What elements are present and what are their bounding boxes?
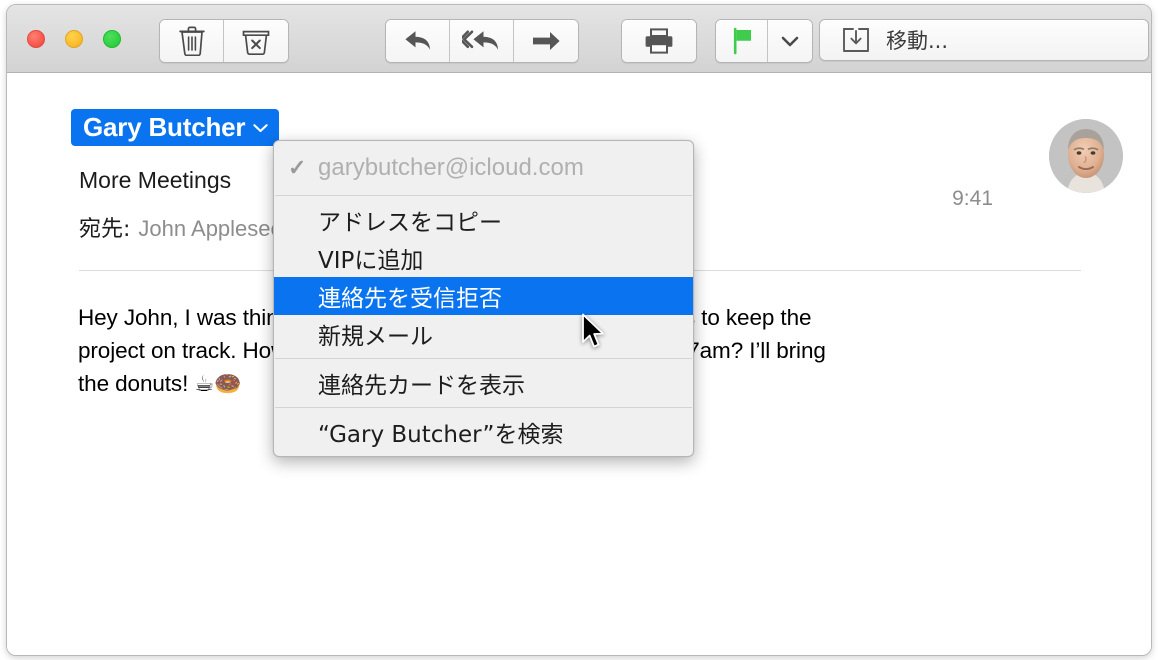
message-timestamp: 9:41: [952, 187, 993, 210]
menu-item-email-address[interactable]: ✓ garybutcher@icloud.com: [274, 146, 693, 190]
avatar: [1049, 119, 1123, 193]
menu-item-label: 連絡先カードを表示: [318, 373, 525, 399]
delete-button[interactable]: [160, 20, 224, 62]
menu-item-new-email[interactable]: 新規メール: [274, 315, 693, 353]
message-subject: More Meetings: [79, 167, 232, 193]
forward-arrow-icon: [533, 32, 560, 50]
menu-item-label: VIPに追加: [318, 248, 424, 274]
move-to-button[interactable]: 移動...: [819, 19, 1149, 61]
sender-context-menu: ✓ garybutcher@icloud.com アドレスをコピー VIPに追加…: [273, 140, 694, 457]
minimize-window-button[interactable]: [65, 30, 83, 48]
chevron-down-icon: [781, 36, 799, 47]
print-button[interactable]: [622, 20, 696, 62]
screenshot-root: 移動... Gary Butcher More Meetings 宛先: Joh…: [0, 0, 1158, 660]
trash-icon: [178, 26, 205, 56]
move-to-label: 移動...: [886, 29, 949, 53]
recipient-label: 宛先:: [79, 217, 131, 242]
menu-item-label: garybutcher@icloud.com: [318, 154, 584, 181]
menu-item-label: 新規メール: [318, 324, 433, 350]
flag-button-group: [715, 19, 813, 63]
checkmark-icon: ✓: [288, 155, 307, 180]
sender-name: Gary Butcher: [83, 112, 246, 142]
menu-item-search-sender[interactable]: “Gary Butcher”を検索: [274, 413, 693, 451]
window-controls: [27, 30, 121, 48]
move-to-folder-icon: [843, 28, 869, 52]
recipient-value[interactable]: John Appleseed: [138, 216, 295, 242]
forward-button[interactable]: [514, 20, 578, 62]
junk-basket-icon: [242, 30, 270, 56]
reply-all-arrow-icon: [461, 30, 498, 50]
menu-item-label: 連絡先を受信拒否: [318, 286, 502, 312]
maximize-window-button[interactable]: [103, 30, 121, 48]
chevron-down-icon: [253, 123, 268, 132]
recipient-row: 宛先: John Appleseed: [79, 211, 295, 243]
close-window-button[interactable]: [27, 30, 45, 48]
flag-button[interactable]: [716, 20, 768, 62]
print-button-group: [621, 19, 697, 63]
green-flag-icon: [733, 27, 751, 55]
reply-button-group: [385, 19, 579, 63]
delete-button-group: [159, 19, 289, 63]
menu-separator: [275, 407, 692, 408]
menu-item-show-contact-card[interactable]: 連絡先カードを表示: [274, 364, 693, 402]
window-toolbar: 移動...: [7, 5, 1151, 73]
junk-button[interactable]: [224, 20, 288, 62]
menu-item-label: アドレスをコピー: [318, 210, 502, 236]
body-line-3-text: the donuts!: [78, 371, 195, 396]
menu-item-add-to-vip[interactable]: VIPに追加: [274, 239, 693, 277]
reply-button[interactable]: [386, 20, 450, 62]
sender-badge[interactable]: Gary Butcher: [71, 109, 280, 146]
reply-arrow-icon: [404, 31, 430, 50]
body-emoji: ☕🍩: [194, 372, 242, 397]
menu-item-copy-address[interactable]: アドレスをコピー: [274, 201, 693, 239]
menu-separator: [275, 195, 692, 196]
menu-separator: [275, 358, 692, 359]
mail-message-window: 移動... Gary Butcher More Meetings 宛先: Joh…: [6, 4, 1152, 656]
reply-all-button[interactable]: [450, 20, 514, 62]
flag-menu-button[interactable]: [768, 20, 812, 62]
menu-item-label: “Gary Butcher”を検索: [318, 422, 564, 448]
sender-photo: [1049, 119, 1123, 193]
printer-icon: [645, 28, 673, 54]
menu-item-block-contact[interactable]: 連絡先を受信拒否: [274, 277, 693, 315]
